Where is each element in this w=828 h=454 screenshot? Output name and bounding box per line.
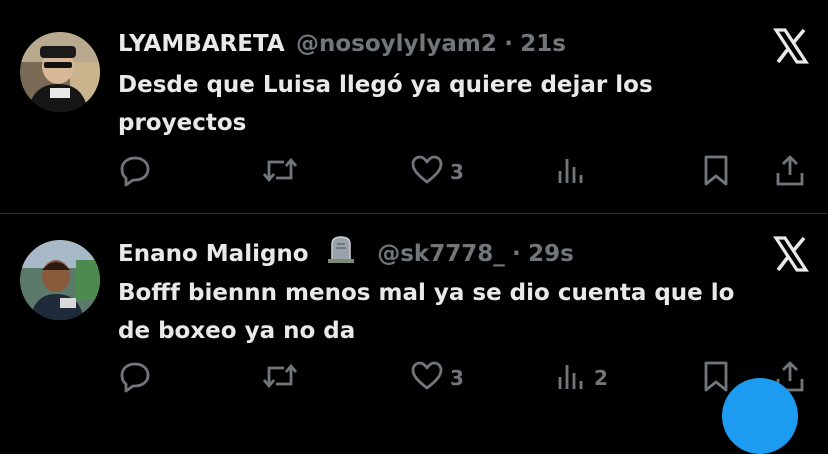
timestamp[interactable]: 21s [520,31,566,57]
bookmark-icon [701,359,731,397]
compose-fab[interactable] [722,378,798,454]
share-button[interactable] [773,154,807,190]
tweet-text: Desde que Luisa llegó ya quiere dejar lo… [118,72,653,136]
bookmark-button[interactable] [701,360,731,396]
timestamp[interactable]: 29s [528,241,574,267]
tweet-actions: 3 [0,154,828,190]
heart-icon [410,153,444,191]
separator-dot: · [512,241,521,267]
retweet-icon [260,359,300,397]
like-count: 3 [450,160,464,184]
bookmark-icon [701,153,731,191]
tombstone-emoji-icon [326,234,356,271]
author-handle[interactable]: @nosoylylyam2 [296,31,497,57]
x-logo-icon[interactable] [772,28,810,64]
author-name[interactable]: LYAMBARETA [118,31,285,57]
tweet-actions: 3 2 [0,360,828,396]
avatar[interactable] [20,240,100,320]
views-count: 2 [594,366,608,390]
avatar[interactable] [20,32,100,112]
like-button[interactable]: 3 [410,154,464,190]
tweet-header: LYAMBARETA @nosoylylyam2 · 21s [118,30,566,58]
like-button[interactable]: 3 [410,360,464,396]
views-button[interactable] [554,154,594,190]
views-icon [554,153,588,191]
like-count: 3 [450,366,464,390]
reply-icon [118,153,152,191]
author-name[interactable]: Enano Maligno [118,241,309,267]
retweet-button[interactable] [260,154,300,190]
tweet-text: Bofff biennn menos mal ya se dio cuenta … [118,280,735,344]
tweet-card[interactable]: LYAMBARETA @nosoylylyam2 · 21s Desde que… [0,0,828,213]
share-icon [773,153,807,191]
tweet-card[interactable]: Enano Maligno @sk7778_ · 29s Bofff bienn… [0,214,828,395]
separator-dot: · [504,31,513,57]
heart-icon [410,359,444,397]
views-icon [554,359,588,397]
reply-icon [118,359,152,397]
retweet-icon [260,153,300,191]
author-handle[interactable]: @sk7778_ [377,241,505,267]
views-button[interactable]: 2 [554,360,608,396]
reply-button[interactable] [118,360,152,396]
bookmark-button[interactable] [701,154,731,190]
x-logo-icon[interactable] [772,236,810,272]
tweet-header: Enano Maligno @sk7778_ · 29s [118,236,574,271]
reply-button[interactable] [118,154,152,190]
retweet-button[interactable] [260,360,300,396]
